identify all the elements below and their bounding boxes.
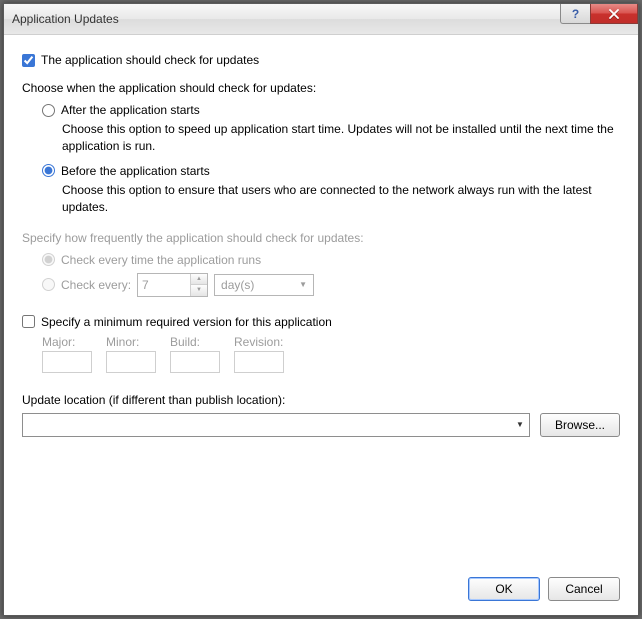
location-combo[interactable]: ▼ [22, 413, 530, 437]
minver-label: Specify a minimum required version for t… [41, 315, 332, 329]
option-before: Before the application starts Choose thi… [42, 164, 620, 217]
location-input[interactable] [23, 414, 511, 436]
close-button[interactable] [590, 4, 638, 24]
spinner-down-icon: ▼ [191, 285, 207, 296]
frequency-heading: Specify how frequently the application s… [22, 231, 620, 245]
freq-every-label: Check every: [61, 278, 131, 292]
spinner-up-icon: ▲ [191, 274, 207, 286]
interval-unit-select: day(s) ▼ [214, 274, 314, 296]
chevron-down-icon: ▼ [299, 280, 307, 289]
major-input [42, 351, 92, 373]
revision-input [234, 351, 284, 373]
after-radio[interactable] [42, 104, 55, 117]
before-label: Before the application starts [61, 164, 210, 178]
location-label: Update location (if different than publi… [22, 393, 620, 407]
spinner-buttons: ▲ ▼ [190, 274, 207, 296]
before-radio[interactable] [42, 164, 55, 177]
build-input [170, 351, 220, 373]
interval-unit-value: day(s) [221, 278, 254, 292]
minor-label: Minor: [106, 335, 156, 349]
minver-section: Specify a minimum required version for t… [22, 315, 620, 373]
browse-button[interactable]: Browse... [540, 413, 620, 437]
frequency-section: Specify how frequently the application s… [22, 231, 620, 297]
freq-every-run-radio [42, 253, 55, 266]
interval-spinner: ▲ ▼ [137, 273, 208, 297]
check-updates-label: The application should check for updates [41, 53, 259, 67]
titlebar-buttons: ? [560, 4, 638, 24]
check-updates-checkbox[interactable] [22, 54, 35, 67]
revision-label: Revision: [234, 335, 284, 349]
major-label: Major: [42, 335, 92, 349]
cancel-button[interactable]: Cancel [548, 577, 620, 601]
after-description: Choose this option to speed up applicati… [62, 121, 620, 156]
option-after: After the application starts Choose this… [42, 103, 620, 156]
location-section: Update location (if different than publi… [22, 393, 620, 437]
close-icon [609, 9, 619, 19]
chevron-down-icon[interactable]: ▼ [511, 420, 529, 429]
before-description: Choose this option to ensure that users … [62, 182, 620, 217]
build-label: Build: [170, 335, 220, 349]
minver-checkbox[interactable] [22, 315, 35, 328]
freq-every-run-row: Check every time the application runs [42, 253, 620, 267]
freq-every-radio [42, 278, 55, 291]
after-label: After the application starts [61, 103, 200, 117]
interval-input [138, 274, 190, 296]
dialog-content: The application should check for updates… [4, 35, 638, 451]
minor-input [106, 351, 156, 373]
window-title: Application Updates [12, 12, 638, 26]
when-heading: Choose when the application should check… [22, 81, 620, 95]
titlebar: Application Updates ? [4, 4, 638, 35]
check-updates-row: The application should check for updates [22, 53, 620, 67]
dialog-buttons: OK Cancel [468, 577, 620, 601]
when-options: After the application starts Choose this… [42, 103, 620, 217]
help-icon: ? [572, 7, 579, 21]
help-button[interactable]: ? [560, 4, 590, 24]
minver-fields: Major: Minor: Build: Revision: [42, 335, 620, 373]
ok-button[interactable]: OK [468, 577, 540, 601]
freq-every-row: Check every: ▲ ▼ day(s) ▼ [42, 273, 620, 297]
dialog-window: Application Updates ? The application sh… [3, 3, 639, 616]
freq-every-run-label: Check every time the application runs [61, 253, 261, 267]
